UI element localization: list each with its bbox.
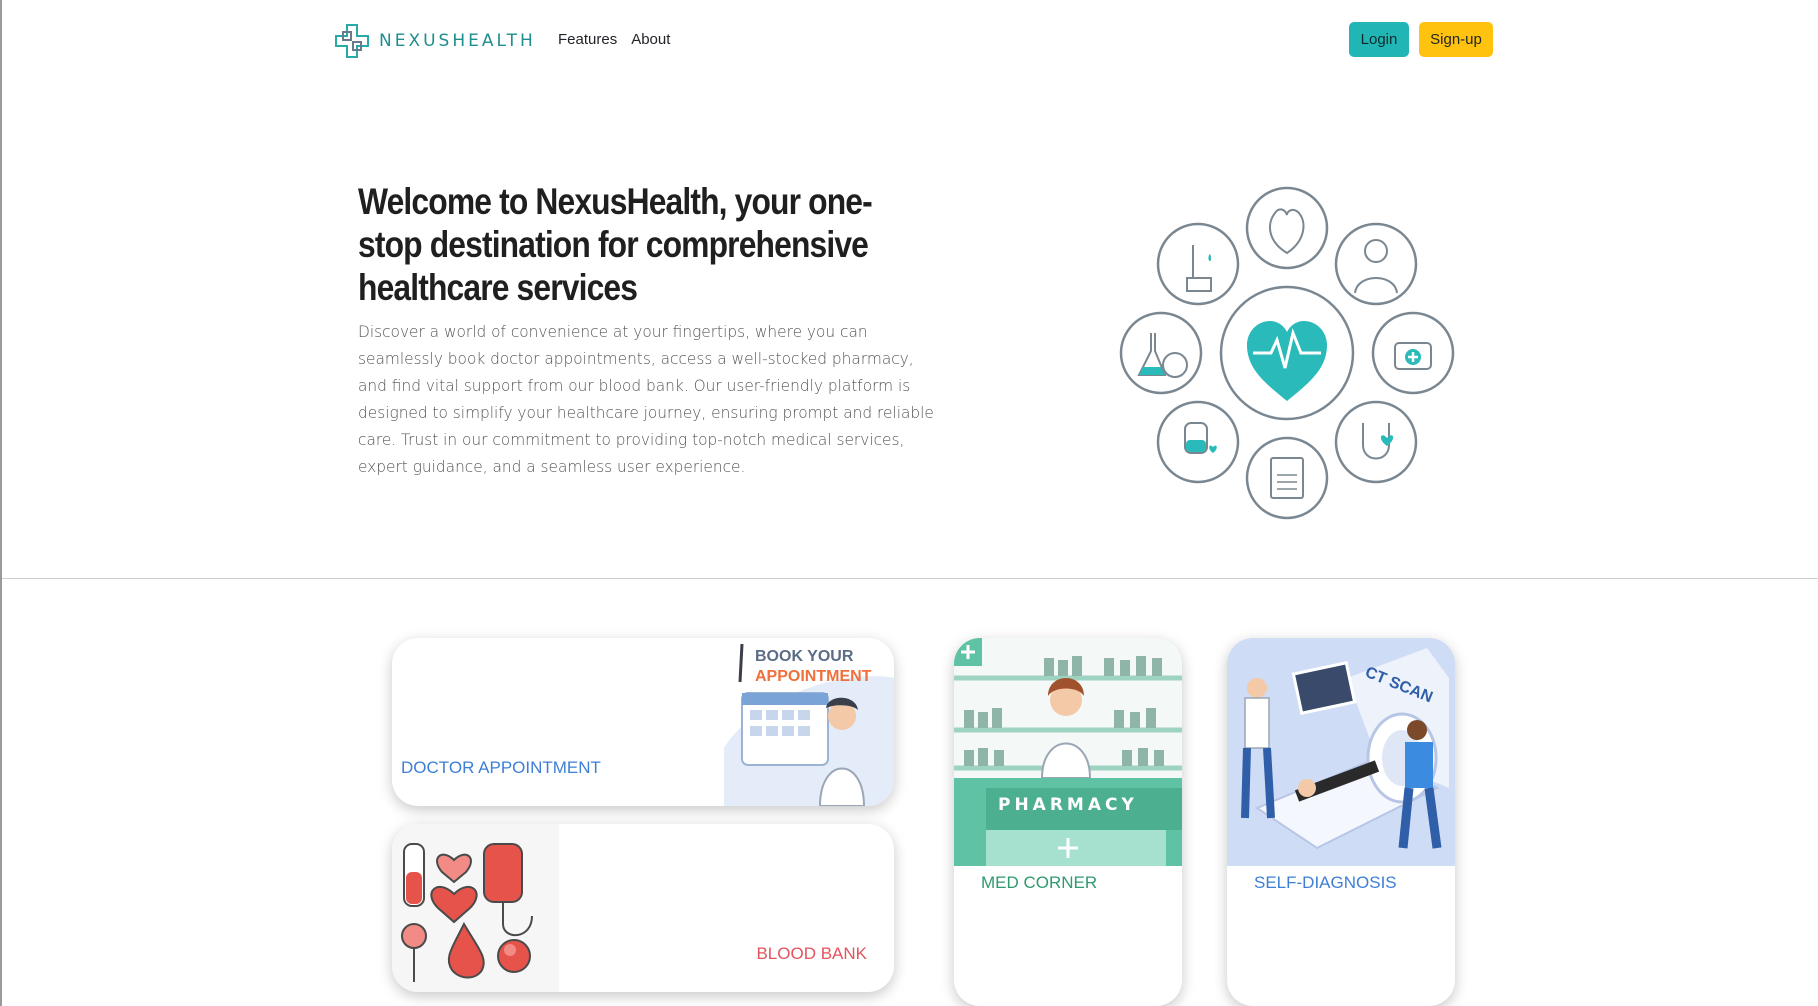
pharmacy-sign-text: PHARMACY xyxy=(998,795,1138,815)
med-corner-card[interactable]: PHARMACY MED CORNER xyxy=(954,638,1182,1006)
section-divider xyxy=(2,578,1818,579)
doctor-appointment-label: DOCTOR APPOINTMENT xyxy=(401,758,601,777)
self-diagnosis-card[interactable]: CT SCAN SELF-DIAGNOSIS xyxy=(1227,638,1455,1006)
pharmacy-illustration xyxy=(954,638,1182,866)
blood-donation-illustration xyxy=(392,824,559,992)
blood-bank-card[interactable]: BLOOD BANK xyxy=(392,824,894,992)
nav-links: Features About xyxy=(558,31,670,48)
medical-cross-logo-icon xyxy=(335,24,369,58)
hero-title: Welcome to NexusHealth, your one-stop de… xyxy=(358,181,873,308)
doctor-icon xyxy=(1334,222,1418,306)
healthcare-icons-illustration xyxy=(1119,186,1455,520)
doctor-appointment-card[interactable]: DOCTOR APPOINTMENT BOOK YOUR APPOINTMENT xyxy=(392,638,894,806)
hero-description: Discover a world of convenience at your … xyxy=(358,322,934,476)
navbar: NEXUSHEALTH Features About Login Sign-up xyxy=(333,20,1493,62)
signup-button[interactable]: Sign-up xyxy=(1419,22,1493,57)
nav-link-about[interactable]: About xyxy=(631,31,670,48)
nav-link-features[interactable]: Features xyxy=(558,31,617,48)
appointment-text: APPOINTMENT xyxy=(755,668,872,685)
stethoscope-icon xyxy=(1334,400,1418,484)
ct-scan-illustration xyxy=(1227,638,1455,866)
brand[interactable]: NEXUSHEALTH xyxy=(333,22,536,60)
flask-icon xyxy=(1119,311,1203,395)
book-your-text: BOOK YOUR xyxy=(755,648,854,665)
page-frame xyxy=(0,0,1818,1006)
anatomical-heart-icon xyxy=(1245,186,1329,270)
brand-name: NEXUSHEALTH xyxy=(379,31,536,51)
blood-bank-label: BLOOD BANK xyxy=(756,944,867,963)
clipboard-icon xyxy=(1245,436,1329,520)
login-button[interactable]: Login xyxy=(1349,22,1409,57)
self-diagnosis-label: SELF-DIAGNOSIS xyxy=(1254,873,1397,892)
med-corner-label: MED CORNER xyxy=(981,873,1098,892)
